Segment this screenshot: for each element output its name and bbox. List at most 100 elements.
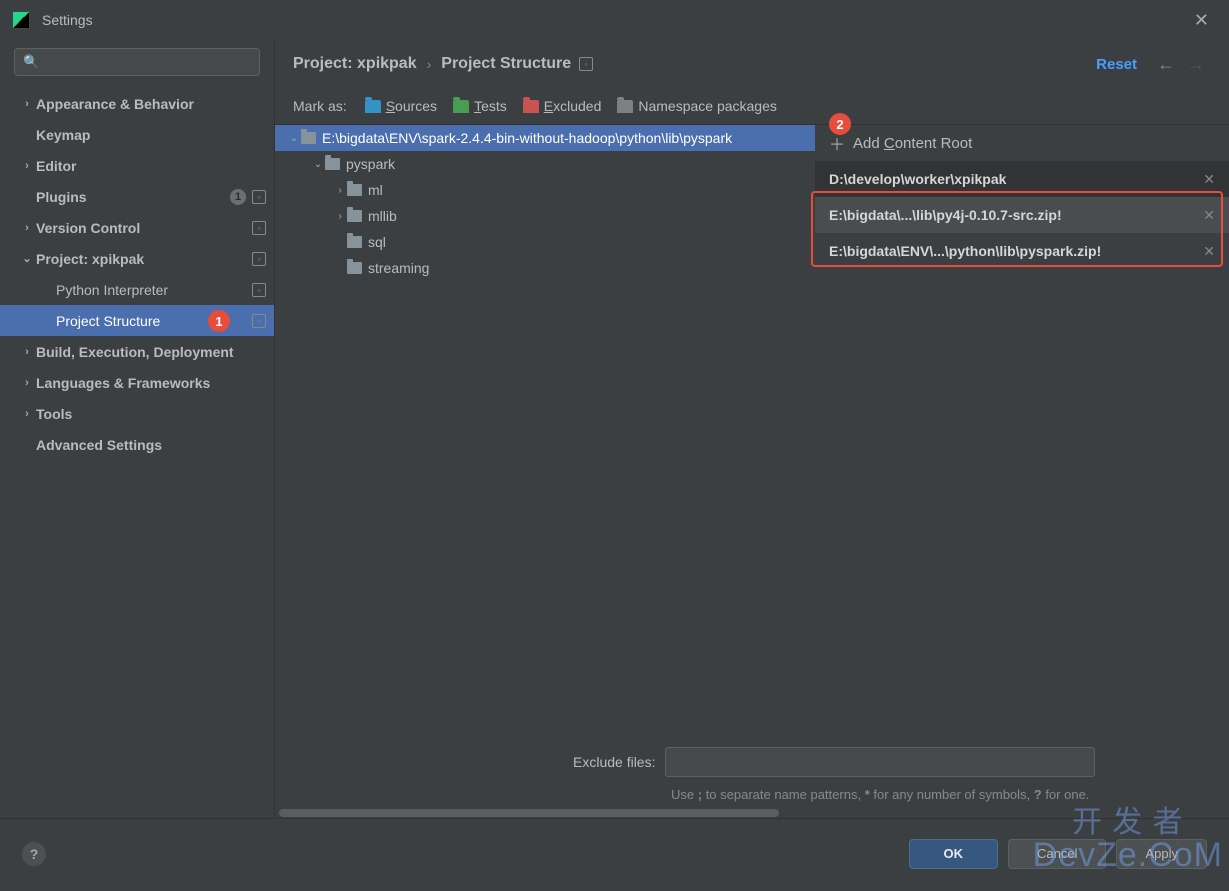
nav-project[interactable]: ⌄Project: xpikpak▫ bbox=[0, 243, 274, 274]
folder-icon bbox=[617, 100, 633, 113]
content-roots-panel: 2 ＋ Add Content Root D:\develop\worker\x… bbox=[815, 125, 1229, 818]
help-button[interactable]: ? bbox=[22, 842, 46, 866]
mark-namespace[interactable]: Namespace packages bbox=[617, 98, 777, 114]
annotation-badge-1: 1 bbox=[208, 310, 230, 332]
nav-version-control[interactable]: ›Version Control▫ bbox=[0, 212, 274, 243]
forward-icon: → bbox=[1187, 54, 1205, 75]
mark-as-label: Mark as: bbox=[293, 98, 347, 114]
folder-icon bbox=[347, 210, 362, 222]
content-area: Project: xpikpak › Project Structure ▫ R… bbox=[275, 40, 1229, 818]
chevron-right-icon: › bbox=[427, 56, 432, 72]
folder-tree: ⌄ E:\bigdata\ENV\spark-2.4.4-bin-without… bbox=[275, 125, 815, 818]
mark-excluded[interactable]: Excluded bbox=[523, 98, 602, 114]
tree-label: E:\bigdata\ENV\spark-2.4.4-bin-without-h… bbox=[322, 130, 732, 146]
main-container: 🔍 ›Appearance & Behavior Keymap ›Editor … bbox=[0, 40, 1229, 818]
chevron-right-icon: › bbox=[20, 377, 34, 389]
chevron-down-icon: ⌄ bbox=[20, 252, 34, 265]
tree-label: mllib bbox=[368, 208, 397, 224]
mark-as-bar: Mark as: Sources Tests Excluded Namespac… bbox=[275, 88, 1229, 124]
chevron-right-icon: › bbox=[20, 98, 34, 110]
chevron-down-icon[interactable]: ⌄ bbox=[311, 159, 325, 170]
nav-project-structure[interactable]: Project Structure1▫ bbox=[0, 305, 274, 336]
dialog-footer: ? OK Cancel Apply bbox=[0, 818, 1229, 888]
chevron-right-icon: › bbox=[20, 346, 34, 358]
tree-label: streaming bbox=[368, 260, 429, 276]
root-path: E:\bigdata\ENV\...\python\lib\pyspark.zi… bbox=[829, 243, 1101, 259]
nav-keymap[interactable]: Keymap bbox=[0, 119, 274, 150]
title-bar: Settings ✕ bbox=[0, 0, 1229, 40]
apply-button[interactable]: Apply bbox=[1116, 839, 1207, 869]
exclude-files-hint: Use ; to separate name patterns, * for a… bbox=[671, 785, 1091, 805]
reset-link[interactable]: Reset bbox=[1096, 56, 1137, 73]
folder-icon bbox=[523, 100, 539, 113]
exclude-files-section: Exclude files: Use ; to separate name pa… bbox=[573, 747, 1211, 805]
breadcrumb-structure: Project Structure bbox=[441, 55, 571, 73]
folder-icon bbox=[347, 184, 362, 196]
folder-icon bbox=[347, 262, 362, 274]
folder-icon bbox=[301, 132, 316, 144]
settings-nav-list: ›Appearance & Behavior Keymap ›Editor Pl… bbox=[0, 86, 274, 818]
close-icon[interactable]: ✕ bbox=[1186, 6, 1217, 35]
nav-languages[interactable]: ›Languages & Frameworks bbox=[0, 367, 274, 398]
folder-icon bbox=[365, 100, 381, 113]
nav-plugins[interactable]: Plugins1▫ bbox=[0, 181, 274, 212]
remove-icon[interactable]: ✕ bbox=[1203, 207, 1215, 224]
nav-advanced[interactable]: Advanced Settings bbox=[0, 429, 274, 460]
tree-node[interactable]: › ml bbox=[275, 177, 815, 203]
content-root-item[interactable]: E:\bigdata\...\lib\py4j-0.10.7-src.zip! … bbox=[815, 197, 1229, 233]
tree-node[interactable]: sql bbox=[275, 229, 815, 255]
chevron-right-icon[interactable]: › bbox=[333, 185, 347, 196]
tree-root[interactable]: ⌄ E:\bigdata\ENV\spark-2.4.4-bin-without… bbox=[275, 125, 815, 151]
settings-sidebar: 🔍 ›Appearance & Behavior Keymap ›Editor … bbox=[0, 40, 275, 818]
breadcrumb: Project: xpikpak › Project Structure ▫ R… bbox=[275, 40, 1229, 88]
chevron-right-icon: › bbox=[20, 160, 34, 172]
folder-icon bbox=[347, 236, 362, 248]
root-path: E:\bigdata\...\lib\py4j-0.10.7-src.zip! bbox=[829, 207, 1062, 223]
nav-editor[interactable]: ›Editor bbox=[0, 150, 274, 181]
tree-node[interactable]: › mllib bbox=[275, 203, 815, 229]
nav-appearance[interactable]: ›Appearance & Behavior bbox=[0, 88, 274, 119]
tree-node[interactable]: ⌄ pyspark bbox=[275, 151, 815, 177]
nav-tools[interactable]: ›Tools bbox=[0, 398, 274, 429]
window-title: Settings bbox=[42, 12, 1186, 28]
chevron-right-icon: › bbox=[20, 222, 34, 234]
folder-icon bbox=[453, 100, 469, 113]
remove-icon[interactable]: ✕ bbox=[1203, 243, 1215, 260]
nav-python-interpreter[interactable]: Python Interpreter▫ bbox=[0, 274, 274, 305]
chevron-right-icon[interactable]: › bbox=[333, 211, 347, 222]
horizontal-scrollbar[interactable] bbox=[275, 808, 815, 818]
update-badge: 1 bbox=[230, 189, 246, 205]
content-root-item[interactable]: E:\bigdata\ENV\...\python\lib\pyspark.zi… bbox=[815, 233, 1229, 269]
tree-label: ml bbox=[368, 182, 383, 198]
nav-build[interactable]: ›Build, Execution, Deployment bbox=[0, 336, 274, 367]
mark-sources[interactable]: Sources bbox=[365, 98, 437, 114]
back-icon[interactable]: ← bbox=[1157, 54, 1175, 75]
search-icon: 🔍 bbox=[23, 54, 39, 70]
chevron-right-icon: › bbox=[20, 408, 34, 420]
annotation-badge-2: 2 bbox=[829, 113, 851, 135]
tree-node[interactable]: streaming bbox=[275, 255, 815, 281]
mark-tests[interactable]: Tests bbox=[453, 98, 507, 114]
search-input[interactable]: 🔍 bbox=[14, 48, 260, 76]
gear-icon: ▫ bbox=[252, 252, 266, 266]
add-content-root-button[interactable]: ＋ Add Content Root bbox=[815, 125, 1229, 161]
exclude-files-input[interactable] bbox=[665, 747, 1095, 777]
root-path: D:\develop\worker\xpikpak bbox=[829, 171, 1006, 187]
gear-icon: ▫ bbox=[579, 57, 593, 71]
exclude-files-label: Exclude files: bbox=[573, 754, 655, 770]
breadcrumb-project[interactable]: Project: xpikpak bbox=[293, 55, 417, 73]
folder-icon bbox=[325, 158, 340, 170]
gear-icon: ▫ bbox=[252, 221, 266, 235]
content-split: ⌄ E:\bigdata\ENV\spark-2.4.4-bin-without… bbox=[275, 124, 1229, 818]
gear-icon: ▫ bbox=[252, 190, 266, 204]
tree-label: pyspark bbox=[346, 156, 395, 172]
ok-button[interactable]: OK bbox=[909, 839, 999, 869]
content-root-item[interactable]: D:\develop\worker\xpikpak ✕ bbox=[815, 161, 1229, 197]
cancel-button[interactable]: Cancel bbox=[1008, 839, 1106, 869]
remove-icon[interactable]: ✕ bbox=[1203, 171, 1215, 188]
gear-icon: ▫ bbox=[252, 314, 266, 328]
app-icon bbox=[12, 11, 30, 29]
gear-icon: ▫ bbox=[252, 283, 266, 297]
chevron-down-icon[interactable]: ⌄ bbox=[287, 133, 301, 144]
tree-label: sql bbox=[368, 234, 386, 250]
